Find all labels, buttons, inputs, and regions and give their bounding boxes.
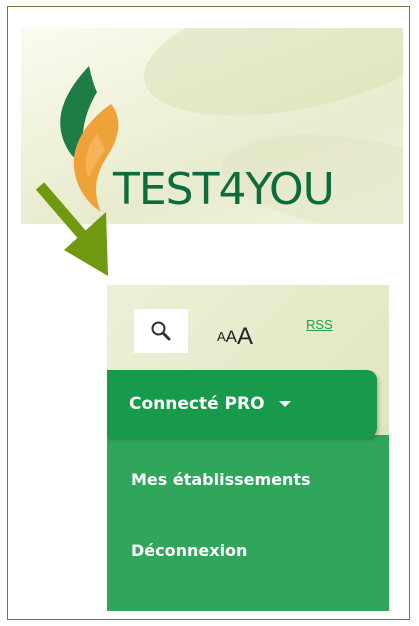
search-button[interactable] bbox=[134, 309, 188, 353]
font-size-toggle[interactable]: A A A bbox=[217, 323, 253, 353]
navigation-panel: A A A RSS Connecté PRO Mes établissement… bbox=[107, 285, 389, 611]
menu-item-deconnexion[interactable]: Déconnexion bbox=[131, 541, 247, 560]
toolbar: A A A RSS bbox=[107, 285, 389, 355]
account-dropdown: Mes établissements Déconnexion bbox=[107, 435, 389, 611]
font-size-large[interactable]: A bbox=[237, 325, 253, 353]
caret-down-icon bbox=[278, 401, 291, 407]
menu-item-mes-etablissements[interactable]: Mes établissements bbox=[131, 470, 311, 489]
account-menu-label: Connecté PRO bbox=[129, 394, 265, 414]
search-icon bbox=[151, 321, 171, 341]
account-menu-button[interactable]: Connecté PRO bbox=[107, 370, 377, 438]
brand-logo-text: TEST4YOU bbox=[113, 164, 335, 215]
font-size-small[interactable]: A bbox=[217, 330, 226, 353]
rss-link[interactable]: RSS bbox=[306, 317, 333, 332]
annotation-arrow-icon bbox=[35, 182, 108, 276]
font-size-medium[interactable]: A bbox=[226, 328, 237, 353]
